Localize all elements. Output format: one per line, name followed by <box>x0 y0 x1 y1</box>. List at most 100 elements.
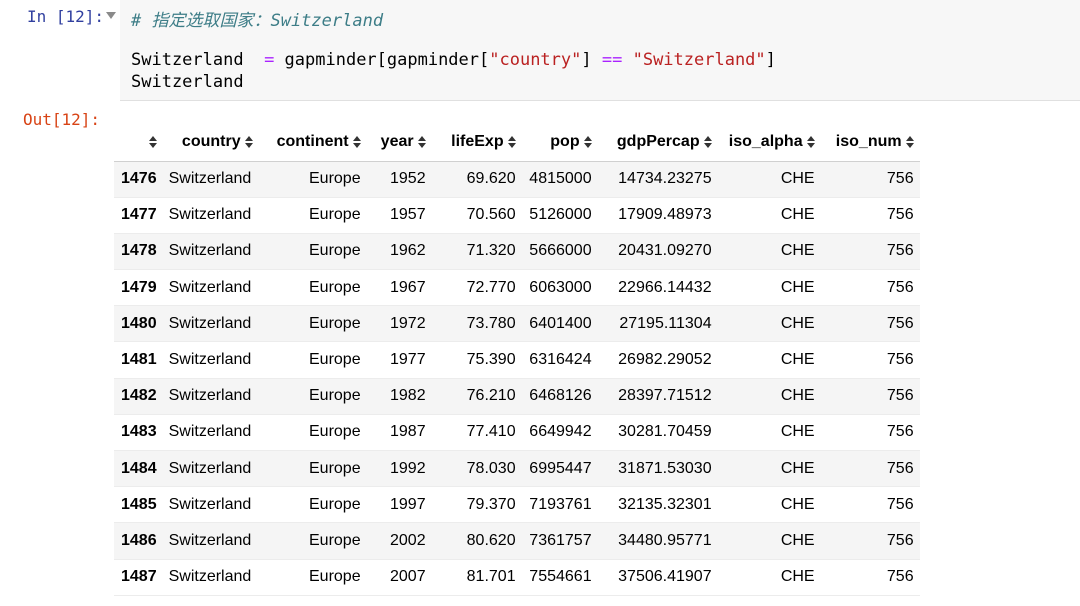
table-cell-lifeexp: 70.560 <box>466 206 516 224</box>
table-row: 1479 Switzerland Europe 1967 72.770 6063000 22… <box>114 270 920 306</box>
row-index: 1486 <box>121 531 157 549</box>
table-cell-lifeexp: 76.210 <box>466 387 516 405</box>
column-header-label: year <box>380 132 414 150</box>
column-header-iso-alpha[interactable]: iso_alpha <box>717 123 821 162</box>
input-cell[interactable]: In [12]: # 指定选取国家：Switzerland Switzerlan… <box>0 0 1080 101</box>
sort-icon[interactable] <box>806 135 815 148</box>
column-header-index[interactable] <box>114 123 163 162</box>
output-cell: Out[12]: country continent year lifeExp pop g… <box>0 101 1080 606</box>
table-cell-continent: Europe <box>309 495 361 513</box>
column-header-year[interactable]: year <box>366 123 432 162</box>
table-cell-year: 1997 <box>390 495 426 513</box>
column-header-pop[interactable]: pop <box>521 123 598 162</box>
column-header-country[interactable]: country <box>162 123 259 162</box>
table-cell-iso-num: 756 <box>886 568 914 586</box>
table-cell-pop: 7554661 <box>529 568 592 586</box>
table-cell-iso-num: 756 <box>886 423 914 441</box>
table-cell-gdppercap: 22966.14432 <box>618 278 712 296</box>
code-line-2: Switzerland = gapminder[gapminder["count… <box>131 50 776 70</box>
table-cell-continent: Europe <box>309 568 361 586</box>
table-cell-continent: Europe <box>309 278 361 296</box>
row-index: 1483 <box>121 423 157 441</box>
sort-icon[interactable] <box>352 135 361 148</box>
table-cell-gdppercap: 31871.53030 <box>618 459 712 477</box>
table-cell-iso-num: 756 <box>886 170 914 188</box>
row-index: 1479 <box>121 278 157 296</box>
collapse-caret-icon[interactable] <box>106 12 116 19</box>
table-cell-country: Switzerland <box>168 206 252 224</box>
table-cell-country: Switzerland <box>168 351 252 369</box>
sort-icon[interactable] <box>703 135 712 148</box>
table-cell-year: 1962 <box>390 242 426 260</box>
row-index: 1476 <box>121 170 157 188</box>
row-index: 1482 <box>121 387 157 405</box>
column-header-label: continent <box>276 132 349 150</box>
table-cell-country: Switzerland <box>168 278 252 296</box>
output-prompt: Out[12]: <box>22 110 100 129</box>
sort-icon[interactable] <box>417 135 426 148</box>
table-cell-continent: Europe <box>309 351 361 369</box>
sort-icon[interactable] <box>905 135 914 148</box>
table-cell-country: Switzerland <box>168 423 252 441</box>
code-token: Switzerland <box>131 50 265 70</box>
table-cell-lifeexp: 75.390 <box>466 351 516 369</box>
table-cell-iso-alpha: CHE <box>780 314 815 332</box>
column-header-label: country <box>181 132 241 150</box>
table-cell-continent: Europe <box>309 170 361 188</box>
table-cell-iso-alpha: CHE <box>780 242 815 260</box>
table-cell-gdppercap: 32135.32301 <box>618 495 712 513</box>
table-cell-country: Switzerland <box>168 314 252 332</box>
table-cell-iso-alpha: CHE <box>780 170 815 188</box>
sort-icon[interactable] <box>507 135 516 148</box>
code-token: gapminder[gapminder[ <box>274 50 490 70</box>
table-row: 1486 Switzerland Europe 2002 80.620 7361757 34… <box>114 522 920 560</box>
table-row: 1484 Switzerland Europe 1992 78.030 6995447 31… <box>114 450 920 487</box>
table-cell-country: Switzerland <box>168 170 252 188</box>
table-cell-iso-alpha: CHE <box>780 495 815 513</box>
table-cell-lifeexp: 77.410 <box>466 423 516 441</box>
table-cell-pop: 7361757 <box>529 531 592 549</box>
table-cell-pop: 5126000 <box>529 206 592 224</box>
table-cell-year: 1987 <box>390 423 426 441</box>
table-cell-continent: Europe <box>309 531 361 549</box>
table-row: 1481 Switzerland Europe 1977 75.390 6316424 26… <box>114 342 920 379</box>
table-cell-continent: Europe <box>309 314 361 332</box>
sort-icon[interactable] <box>583 135 592 148</box>
table-cell-continent: Europe <box>309 459 361 477</box>
code-token: "country" <box>489 50 582 70</box>
code-line-1: # 指定选取国家：Switzerland <box>131 6 383 31</box>
table-cell-iso-alpha: CHE <box>780 387 815 405</box>
row-index: 1481 <box>121 351 157 369</box>
table-row: 1477 Switzerland Europe 1957 70.560 5126000 17… <box>114 197 920 234</box>
table-cell-iso-alpha: CHE <box>780 206 815 224</box>
table-cell-gdppercap: 20431.09270 <box>618 242 712 260</box>
column-header-label: iso_alpha <box>728 132 803 150</box>
table-cell-iso-num: 756 <box>886 206 914 224</box>
column-header-iso-num[interactable]: iso_num <box>820 123 920 162</box>
table-cell-year: 1977 <box>390 351 426 369</box>
table-row: 1478 Switzerland Europe 1962 71.320 5666000 20… <box>114 233 920 270</box>
code-token: "Switzerland" <box>632 50 766 70</box>
row-index: 1485 <box>121 495 157 513</box>
table-cell-year: 2007 <box>390 568 426 586</box>
code-token: ] <box>581 50 602 70</box>
table-cell-gdppercap: 37506.41907 <box>618 568 712 586</box>
table-cell-iso-alpha: CHE <box>780 568 815 586</box>
column-header-lifeexp[interactable]: lifeExp <box>431 123 522 162</box>
table-cell-country: Switzerland <box>168 568 252 586</box>
row-index: 1477 <box>121 206 157 224</box>
column-header-continent[interactable]: continent <box>258 123 367 162</box>
sort-icon[interactable] <box>244 135 253 148</box>
table-cell-gdppercap: 26982.29052 <box>618 351 712 369</box>
table-cell-iso-num: 756 <box>886 459 914 477</box>
table-cell-year: 1957 <box>390 206 426 224</box>
column-header-label: gdpPercap <box>616 132 700 150</box>
table-cell-continent: Europe <box>309 242 361 260</box>
sort-icon[interactable] <box>148 135 157 148</box>
column-header-gdppercap[interactable]: gdpPercap <box>597 123 718 162</box>
table-cell-pop: 6063000 <box>529 278 592 296</box>
row-index: 1484 <box>121 459 157 477</box>
table-cell-iso-alpha: CHE <box>780 351 815 369</box>
code-line-3: Switzerland <box>131 72 244 92</box>
